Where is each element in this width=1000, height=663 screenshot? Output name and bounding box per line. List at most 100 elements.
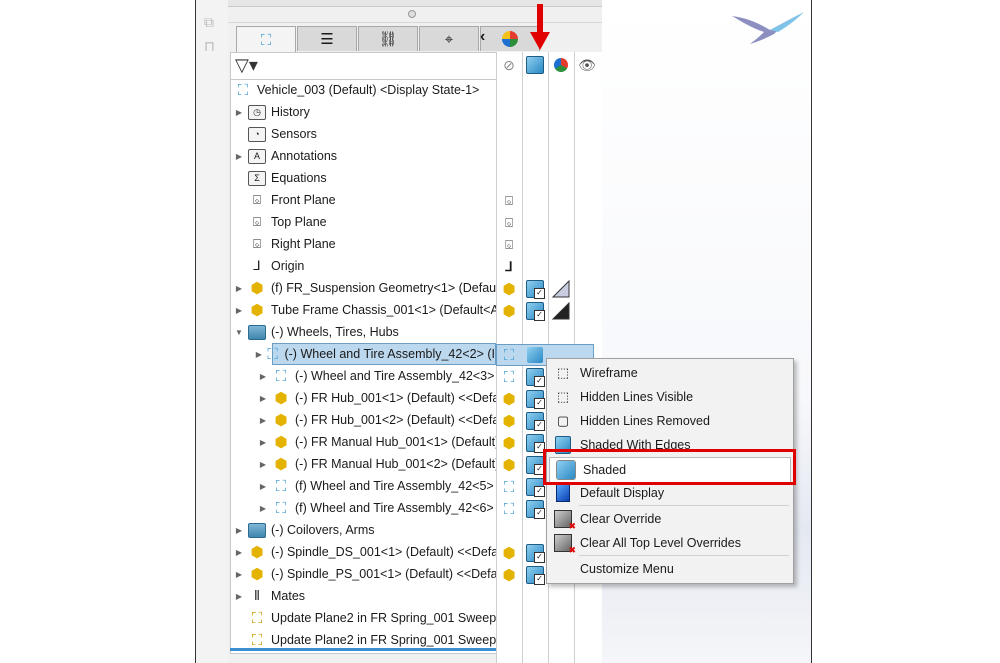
- display-mode-icon[interactable]: ✓: [524, 301, 546, 321]
- part-icon: ⬢: [274, 390, 288, 407]
- tree-item-label: (f) Wheel and Tire Assembly_42<6> (I: [295, 501, 505, 515]
- collapse-arrow-icon[interactable]: ▼: [234, 328, 244, 337]
- transparency-triangle-icon[interactable]: [550, 301, 572, 321]
- tree-item[interactable]: ▶ ◷ History: [234, 101, 310, 123]
- assembly-visibility-icon[interactable]: ⛶: [498, 367, 520, 387]
- part-visibility-icon[interactable]: ⬢: [498, 279, 520, 299]
- expand-arrow-icon[interactable]: ▶: [258, 372, 268, 381]
- display-mode-icon[interactable]: ✓: [524, 279, 546, 299]
- tree-item-label: Tube Frame Chassis_001<1> (Default<As: [271, 303, 506, 317]
- tree-item[interactable]: ⛶ Update Plane2 in FR Spring_001 Sweep-_f…: [234, 607, 514, 629]
- pulse-icon[interactable]: ⊓: [204, 38, 215, 55]
- tab-configurationmanager[interactable]: ⛓: [358, 26, 418, 51]
- expand-arrow-icon[interactable]: ▶: [258, 504, 268, 513]
- display-mode-icon[interactable]: ✓: [524, 565, 546, 585]
- tree-filter[interactable]: ▽▾: [230, 52, 498, 80]
- hide-show-column-header[interactable]: ⊘: [497, 54, 521, 76]
- assembly-icon: ⛶: [237, 81, 249, 99]
- menu-item-customize-menu[interactable]: Customize Menu: [547, 557, 793, 581]
- expand-arrow-icon[interactable]: ▶: [234, 548, 244, 557]
- display-mode-icon[interactable]: ✓: [524, 543, 546, 563]
- assembly-visibility-icon[interactable]: ⛶: [498, 499, 520, 519]
- tree-item[interactable]: ▶ ⛶ (-) Wheel and Tire Assembly_42<2> (I: [256, 343, 496, 365]
- display-mode-icon[interactable]: ✓: [524, 411, 546, 431]
- tree-item[interactable]: ⌺ Front Plane: [234, 189, 336, 211]
- tab-propertymanager[interactable]: ☰: [297, 26, 357, 51]
- tree-item[interactable]: ▶ ⬢ Tube Frame Chassis_001<1> (Default<As: [234, 299, 505, 321]
- tree-item[interactable]: ▶ ⬢ (-) Spindle_PS_001<1> (Default) <<Defa…: [234, 563, 507, 585]
- part-visibility-icon[interactable]: ⬢: [498, 301, 520, 321]
- display-mode-icon[interactable]: [524, 345, 546, 365]
- transparency-triangle-icon[interactable]: [550, 279, 572, 299]
- tree-item-label: (-) Spindle_DS_001<1> (Default) <<Defaul: [271, 545, 508, 559]
- plane-visibility-icon[interactable]: ⌺: [498, 235, 520, 255]
- tree-item[interactable]: ▶ ⬢ (-) FR Hub_001<2> (Default) <<Defau: [258, 409, 506, 431]
- expand-arrow-icon[interactable]: ▶: [234, 526, 244, 535]
- expand-arrow-icon[interactable]: ▶: [258, 460, 268, 469]
- tree-item[interactable]: ▶ ⫴ Mates: [234, 585, 305, 607]
- expand-arrow-icon[interactable]: ▶: [234, 570, 244, 579]
- tab-featuremanager[interactable]: ⛶: [236, 26, 296, 53]
- expand-arrow-icon[interactable]: ▶: [234, 592, 244, 601]
- origin-visibility-icon[interactable]: ⅃: [498, 257, 520, 277]
- tree-item[interactable]: ▶ ⬢ (-) FR Manual Hub_001<1> (Default): [258, 431, 499, 453]
- menu-item-clear-override[interactable]: ✖ Clear Override: [547, 507, 793, 531]
- tree-item[interactable]: ▶ ⬢ (-) FR Hub_001<1> (Default) <<Defau: [258, 387, 506, 409]
- tree-item[interactable]: ▶ ⛶ (f) Wheel and Tire Assembly_42<6> (I: [258, 497, 505, 519]
- tree-item[interactable]: ▶ A Annotations: [234, 145, 337, 167]
- expand-arrow-icon[interactable]: ▶: [258, 416, 268, 425]
- part-visibility-icon[interactable]: ⬢: [498, 455, 520, 475]
- tree-item-label: Update Plane2 in FR Spring_001 Sweep-_fl: [271, 611, 514, 625]
- menu-item-hidden-lines-visible[interactable]: ⬚ Hidden Lines Visible: [547, 385, 793, 409]
- menu-item-hidden-lines-removed[interactable]: ▢ Hidden Lines Removed: [547, 409, 793, 433]
- display-mode-icon[interactable]: ✓: [524, 499, 546, 519]
- rollback-bar[interactable]: [230, 648, 496, 651]
- tree-item[interactable]: ▼ (-) Wheels, Tires, Hubs: [234, 321, 399, 343]
- appearance-column-header[interactable]: [549, 54, 573, 76]
- tree-item[interactable]: ▶ (-) Coilovers, Arms: [234, 519, 374, 541]
- expand-arrow-icon[interactable]: ▶: [258, 438, 268, 447]
- expand-arrow-icon[interactable]: ▶: [255, 350, 263, 359]
- tree-item[interactable]: ⌺ Right Plane: [234, 233, 336, 255]
- tree-item[interactable]: ▶ ⬢ (-) FR Manual Hub_001<2> (Default): [258, 453, 499, 475]
- part-visibility-icon[interactable]: ⬢: [498, 433, 520, 453]
- expand-arrow-icon[interactable]: ▶: [258, 482, 268, 491]
- tree-item[interactable]: ▶ ⛶ (f) Wheel and Tire Assembly_42<5> (I: [258, 475, 505, 497]
- expand-arrow-icon[interactable]: ▶: [234, 152, 244, 161]
- part-visibility-icon[interactable]: ⬢: [498, 389, 520, 409]
- tree-item-label: Origin: [271, 259, 305, 273]
- display-mode-icon[interactable]: ✓: [524, 367, 546, 387]
- plane-visibility-icon[interactable]: ⌺: [498, 191, 520, 211]
- tree-item[interactable]: ▶ ⬢ (-) Spindle_DS_001<1> (Default) <<Defa…: [234, 541, 508, 563]
- menu-item-clear-all-top-level-overrides[interactable]: ✖ Clear All Top Level Overrides: [547, 531, 793, 555]
- filter-icon[interactable]: ▽▾: [235, 55, 258, 76]
- assembly-visibility-icon[interactable]: ⛶: [498, 477, 520, 497]
- plane-visibility-icon[interactable]: ⌺: [498, 213, 520, 233]
- part-visibility-icon[interactable]: ⬢: [498, 565, 520, 585]
- menu-item-wireframe[interactable]: ⬚ Wireframe: [547, 361, 793, 385]
- expand-arrow-icon[interactable]: ▶: [234, 284, 244, 293]
- folder-icon: [248, 324, 266, 340]
- transparency-column-header[interactable]: 👁: [575, 54, 599, 76]
- tree-item[interactable]: Σ Equations: [234, 167, 327, 189]
- expand-arrow-icon[interactable]: ▶: [234, 306, 244, 315]
- tree-item-label: Top Plane: [271, 215, 327, 229]
- default-display-icon: [553, 484, 573, 502]
- part-visibility-icon[interactable]: ⬢: [498, 411, 520, 431]
- display-mode-column-header[interactable]: [523, 54, 547, 76]
- part-visibility-icon[interactable]: ⬢: [498, 543, 520, 563]
- steps-icon[interactable]: ⧉: [204, 14, 214, 31]
- expand-arrow-icon[interactable]: ▶: [258, 394, 268, 403]
- display-mode-icon[interactable]: ✓: [524, 389, 546, 409]
- collapse-panel-button[interactable]: ‹: [480, 28, 485, 46]
- tree-item[interactable]: ▶ ⬢ (f) FR_Suspension Geometry<1> (Default…: [234, 277, 507, 299]
- tree-item[interactable]: ⅃ Origin: [234, 255, 304, 277]
- tree-item[interactable]: ▶ ⛶ (-) Wheel and Tire Assembly_42<3> (I: [258, 365, 506, 387]
- tree-item[interactable]: ⌺ Top Plane: [234, 211, 327, 233]
- panel-grip-handle[interactable]: [408, 10, 416, 18]
- tree-root[interactable]: ⛶ Vehicle_003 (Default) <Display State-1…: [234, 79, 480, 101]
- expand-arrow-icon[interactable]: ▶: [234, 108, 244, 117]
- tab-dimxpert[interactable]: ⌖: [419, 26, 479, 51]
- tree-item[interactable]: ◔ Sensors: [234, 123, 317, 145]
- assembly-visibility-icon[interactable]: ⛶: [498, 345, 520, 365]
